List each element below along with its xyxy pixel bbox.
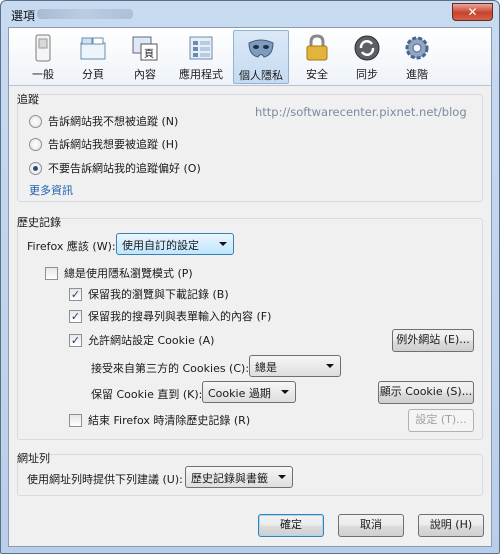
gear-icon	[405, 36, 429, 60]
radio-button[interactable]	[29, 137, 42, 151]
content-icon: 頁	[132, 36, 158, 61]
remember-search-checkbox[interactable]: ✓ 保留我的搜尋列與表單輸入的內容 (F)	[69, 308, 271, 324]
privacy-mask-icon	[248, 39, 274, 58]
chevron-down-icon	[326, 364, 334, 368]
always-private-checkbox[interactable]: 總是使用隱私瀏覽模式 (P)	[45, 265, 193, 281]
radio-no-preference[interactable]: 不要告訴網站我的追蹤偏好 (O)	[29, 160, 201, 176]
tab-tabs[interactable]: 分頁	[69, 30, 117, 84]
accept-cookies-checkbox[interactable]: ✓ 允許網站設定 Cookie (A)	[69, 332, 214, 348]
keep-until-label: 保留 Cookie 直到 (K):	[91, 388, 203, 401]
close-icon: ✕	[467, 5, 478, 19]
checkbox-checked[interactable]: ✓	[69, 309, 82, 323]
tab-label: 個人隱私	[239, 69, 283, 82]
chevron-down-icon	[278, 475, 286, 479]
blurred-title-area	[37, 9, 133, 19]
firefox-will-label: Firefox 應該 (W):	[27, 240, 116, 253]
tab-general[interactable]: 一般	[19, 30, 67, 84]
third-party-dropdown[interactable]: 總是	[249, 355, 341, 377]
tab-label: 安全	[306, 68, 328, 81]
exceptions-button[interactable]: 例外網站 (E)...	[392, 329, 474, 352]
tab-applications[interactable]: 應用程式	[173, 30, 229, 84]
checkbox-label: 允許網站設定 Cookie (A)	[88, 334, 215, 347]
radio-want-tracking[interactable]: 告訴網站我想要被追蹤 (H)	[29, 136, 178, 152]
tab-content[interactable]: 頁 內容	[121, 30, 169, 84]
chevron-down-icon	[281, 390, 289, 394]
radio-button[interactable]	[29, 114, 42, 128]
radio-button-selected[interactable]	[29, 161, 42, 175]
checkbox-label: 保留我的搜尋列與表單輸入的內容 (F)	[88, 310, 272, 323]
dropdown-value: 總是	[255, 361, 277, 374]
options-window: 選項 ✕ 一般 分頁 頁 內容 應用程式 個人隱私 安全 同步 進階 追蹤 ht…	[0, 0, 500, 554]
history-mode-dropdown[interactable]: 使用自訂的設定	[116, 233, 234, 255]
location-suggest-dropdown[interactable]: 歷史記錄與書籤	[185, 466, 293, 488]
radio-label: 告訴網站我想要被追蹤 (H)	[48, 138, 179, 151]
checkbox-label: 結束 Firefox 時清除歷史記錄 (R)	[88, 414, 251, 427]
tab-sync[interactable]: 同步	[343, 30, 391, 84]
tab-label: 內容	[134, 68, 156, 81]
dropdown-value: Cookie 過期	[208, 387, 271, 400]
tab-label: 進階	[406, 68, 428, 81]
checkbox[interactable]	[69, 413, 82, 427]
sync-icon	[354, 35, 380, 61]
tab-security[interactable]: 安全	[293, 30, 341, 84]
dropdown-value: 歷史記錄與書籤	[191, 472, 268, 485]
radio-do-not-track[interactable]: 告訴網站我不想被追蹤 (N)	[29, 113, 178, 129]
tab-label: 分頁	[82, 68, 104, 81]
tab-advanced[interactable]: 進階	[393, 30, 441, 84]
ok-button[interactable]: 確定	[258, 514, 324, 537]
location-bar-title: 網址列	[17, 452, 50, 465]
switch-icon	[35, 34, 51, 62]
clear-on-close-checkbox[interactable]: 結束 Firefox 時清除歷史記錄 (R)	[69, 412, 250, 428]
show-cookies-button[interactable]: 顯示 Cookie (S)...	[378, 381, 474, 404]
chevron-down-icon	[219, 242, 227, 246]
title-bar[interactable]: 選項 ✕	[1, 1, 499, 27]
help-button[interactable]: 說明 (H)	[418, 514, 484, 537]
checkbox-label: 保留我的瀏覽與下載記錄 (B)	[88, 288, 229, 301]
history-title: 歷史記錄	[17, 216, 61, 229]
dropdown-value: 使用自訂的設定	[122, 239, 199, 252]
close-button[interactable]: ✕	[452, 3, 493, 21]
category-toolbar: 一般 分頁 頁 內容 應用程式 個人隱私 安全 同步 進階	[9, 28, 491, 86]
watermark-text: http://softwarecenter.pixnet.net/blog	[255, 105, 467, 119]
dialog-body: 一般 分頁 頁 內容 應用程式 個人隱私 安全 同步 進階 追蹤 http://…	[8, 27, 492, 547]
checkbox-checked[interactable]: ✓	[69, 333, 82, 347]
window-title: 選項	[11, 9, 36, 23]
checkbox-checked[interactable]: ✓	[69, 287, 82, 301]
tab-label: 一般	[32, 68, 54, 81]
remember-browsing-checkbox[interactable]: ✓ 保留我的瀏覽與下載記錄 (B)	[69, 286, 229, 302]
checkbox[interactable]	[45, 266, 58, 280]
clear-settings-button[interactable]: 設定 (T)...	[408, 409, 474, 432]
tab-label: 同步	[356, 68, 378, 81]
cancel-button[interactable]: 取消	[338, 514, 404, 537]
tabs-icon	[80, 37, 106, 60]
radio-label: 告訴網站我不想被追蹤 (N)	[48, 115, 179, 128]
suggest-label: 使用網址列時提供下列建議 (U):	[27, 473, 183, 486]
checkbox-label: 總是使用隱私瀏覽模式 (P)	[64, 267, 193, 280]
lock-icon	[306, 34, 328, 61]
keep-until-dropdown[interactable]: Cookie 過期	[202, 381, 296, 403]
tab-privacy[interactable]: 個人隱私	[233, 30, 289, 84]
radio-label: 不要告訴網站我的追蹤偏好 (O)	[48, 162, 201, 175]
svg-text:頁: 頁	[144, 48, 154, 60]
applications-icon	[189, 36, 213, 60]
more-info-link[interactable]: 更多資訊	[29, 182, 73, 198]
tracking-title: 追蹤	[17, 93, 39, 106]
tab-label: 應用程式	[179, 68, 223, 81]
third-party-label: 接受來自第三方的 Cookies (C):	[91, 362, 250, 375]
